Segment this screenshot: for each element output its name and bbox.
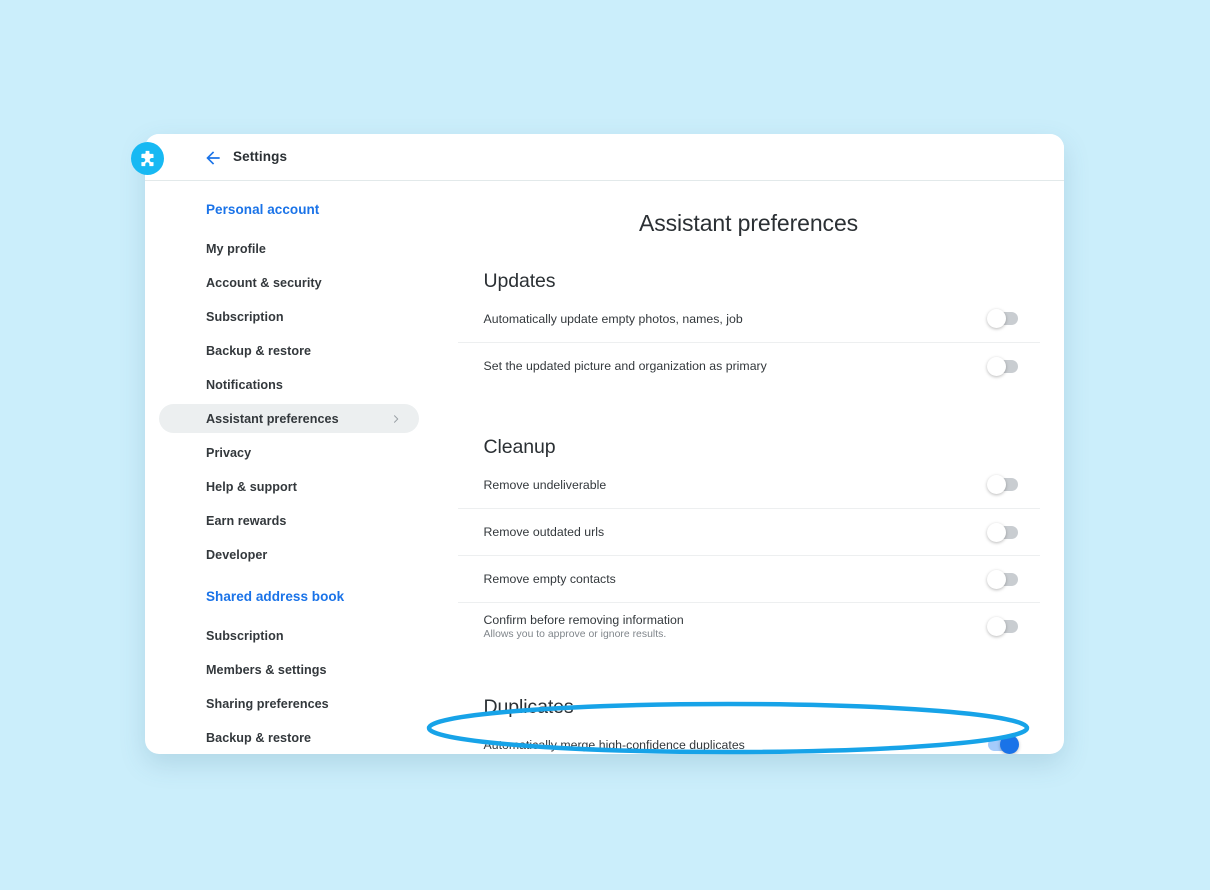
sidebar-item-subscription[interactable]: Subscription [159,302,419,331]
settings-window: Settings Personal account My profile Acc… [131,134,1064,754]
sidebar-item-members-settings[interactable]: Members & settings [159,655,419,684]
header-title: Settings [233,149,288,164]
sidebar-item-help-support[interactable]: Help & support [159,472,419,501]
sidebar-item-label: My profile [206,241,266,256]
toggle-auto-update-empty-fields[interactable] [986,309,1018,328]
pref-row-confirm-before-removing[interactable]: Confirm before removing information Allo… [457,602,1040,649]
sidebar-item-privacy[interactable]: Privacy [159,438,419,467]
sidebar-item-notifications[interactable]: Notifications [159,370,419,399]
toggle-knob [986,522,1006,542]
pref-sublabel: Allows you to approve or ignore results. [483,628,667,640]
chevron-right-icon [390,413,402,425]
preferences-content: Updates Automatically update empty photo… [457,270,1040,754]
arrow-left-icon [206,151,220,165]
section-title-duplicates: Duplicates [483,696,574,718]
sidebar-item-label: Developer [206,547,268,562]
pref-row-auto-update-empty-fields[interactable]: Automatically update empty photos, names… [458,295,1040,342]
settings-main-panel: Assistant preferences Updates Automatica… [433,181,1064,754]
sidebar-item-shared-subscription[interactable]: Subscription [159,621,419,650]
pref-label: Remove undeliverable [483,477,607,492]
sidebar-item-shared-backup-restore[interactable]: Backup & restore [159,723,419,752]
window-header: Settings [131,134,1064,181]
sidebar-item-label: Backup & restore [206,343,312,358]
section-title-updates: Updates [483,270,556,292]
pref-labels: Remove undeliverable [484,478,607,492]
pref-label: Remove empty contacts [483,572,616,586]
sidebar-item-label: Notifications [206,377,283,392]
pref-labels: Automatically merge high-confidence dupl… [484,738,745,752]
sidebar-item-account-security[interactable]: Account & security [159,268,419,297]
toggle-knob [986,475,1006,494]
sidebar-item-sharing-preferences[interactable]: Sharing preferences [159,689,419,718]
pref-row-set-updated-as-primary[interactable]: Set the updated picture and organization… [457,342,1040,389]
sidebar-item-label: Members & settings [206,662,327,677]
toggle-knob [986,616,1006,636]
toggle-auto-merge-duplicates[interactable] [987,735,1019,754]
pref-label: Set the updated picture and organization… [483,359,767,373]
sidebar-heading-shared-address-book: Shared address book [206,589,345,604]
sidebar-item-earn-rewards[interactable]: Earn rewards [159,506,419,535]
toggle-remove-undeliverable[interactable] [986,475,1018,494]
pref-row-remove-empty-contacts[interactable]: Remove empty contacts [457,555,1040,602]
sidebar-item-label: Sharing preferences [206,696,329,711]
pref-row-remove-undeliverable[interactable]: Remove undeliverable [458,461,1040,508]
pref-label: Automatically merge high-confidence dupl… [483,737,745,752]
sidebar-item-label: Assistant preferences [206,411,339,426]
pref-labels: Confirm before removing information Allo… [484,613,684,640]
pref-label: Confirm before removing information [483,612,684,627]
pref-labels: Remove outdated urls [484,525,605,539]
sidebar-item-assistant-preferences[interactable]: Assistant preferences [159,404,419,433]
toggle-knob [999,735,1019,754]
app-logo-icon [131,142,164,175]
pref-labels: Set the updated picture and organization… [484,359,767,373]
sidebar-item-label: Earn rewards [206,513,287,528]
sidebar-heading-personal-account: Personal account [206,202,320,217]
toggle-remove-outdated-urls[interactable] [986,522,1018,542]
toggle-knob [986,356,1006,376]
page-title: Assistant preferences [638,210,859,236]
sidebar-item-label: Subscription [206,628,284,643]
pref-label: Remove outdated urls [483,525,605,539]
pref-labels: Remove empty contacts [484,572,616,586]
toggle-set-updated-as-primary[interactable] [986,356,1018,376]
sidebar-item-developer[interactable]: Developer [159,540,419,569]
pref-labels: Automatically update empty photos, names… [484,312,743,326]
section-title-cleanup: Cleanup [483,436,556,458]
sidebar-item-label: Account & security [206,275,322,290]
sidebar-item-backup-restore[interactable]: Backup & restore [159,336,419,365]
back-button[interactable] [203,148,223,168]
sidebar-item-label: Subscription [206,309,284,324]
pref-row-remove-outdated-urls[interactable]: Remove outdated urls [457,508,1040,555]
pref-label: Automatically update empty photos, names… [483,311,743,326]
toggle-remove-empty-contacts[interactable] [986,569,1018,589]
sidebar-item-label: Privacy [206,445,252,460]
toggle-knob [986,569,1006,589]
sidebar-item-label: Backup & restore [206,730,312,745]
pref-row-auto-merge-duplicates[interactable]: Automatically merge high-confidence dupl… [458,721,1040,754]
sidebar-item-label: Help & support [206,479,297,494]
sidebar-item-my-profile[interactable]: My profile [159,234,419,263]
toggle-confirm-before-removing[interactable] [986,616,1018,636]
toggle-knob [986,309,1006,328]
settings-sidebar: Personal account My profile Account & se… [145,181,433,754]
